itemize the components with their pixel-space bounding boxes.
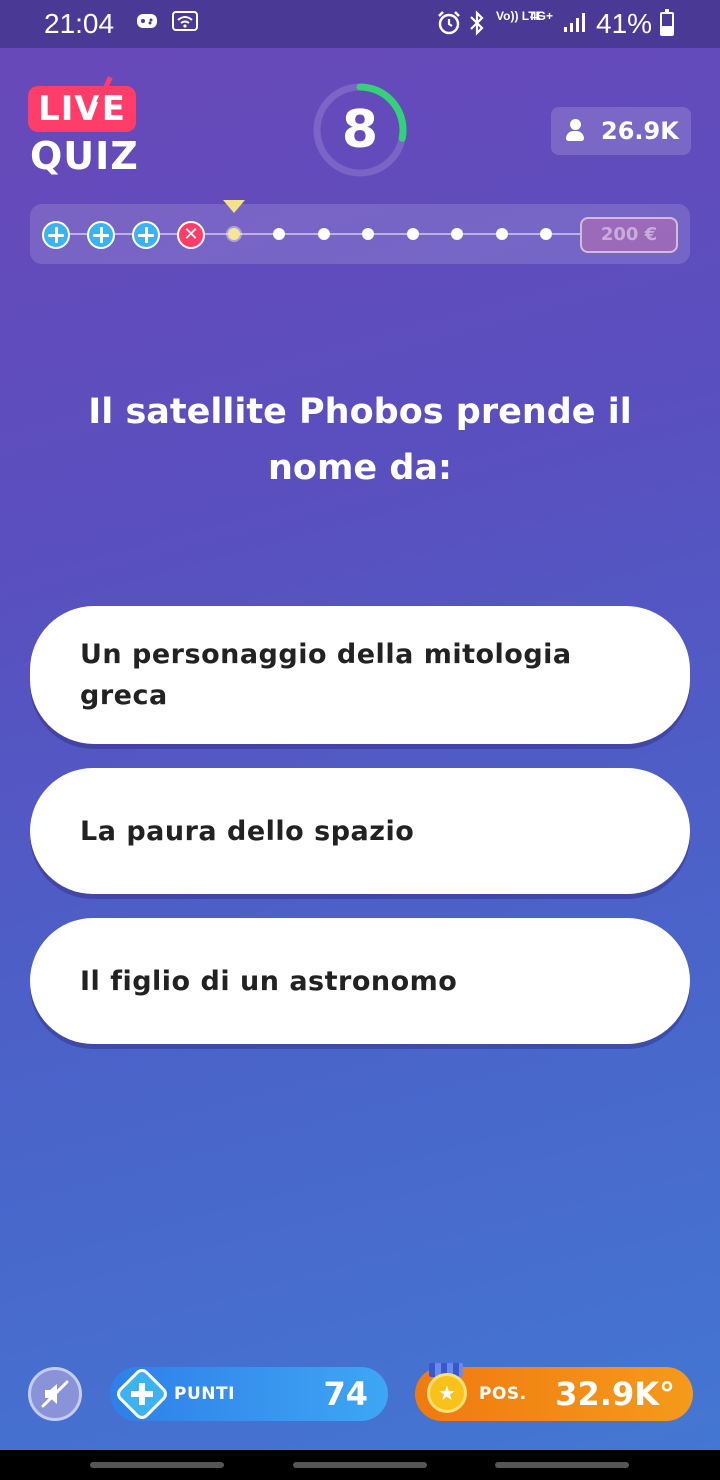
answer-option-label: La paura dello spazio [80, 815, 415, 847]
position-label: POS. [479, 1384, 527, 1404]
position-badge: ★ POS. 32.9K° [415, 1363, 693, 1421]
question-text: Il satellite Phobos prende il nome da: [88, 392, 632, 488]
life-plus-icon [42, 221, 70, 249]
nav-home-button[interactable] [293, 1462, 427, 1468]
logo-live-text: LIVE [28, 86, 136, 132]
nav-back-button[interactable] [495, 1462, 629, 1468]
mute-button[interactable] [28, 1367, 82, 1421]
progress-step [451, 228, 463, 240]
progress-step [540, 228, 552, 240]
wifi-icon [172, 10, 198, 39]
answer-option-label: Un personaggio della mitologia greca [80, 639, 572, 711]
battery-icon [660, 9, 674, 36]
logo-quiz-text: QUIZ [30, 134, 139, 178]
status-bar: 21:04 Vo)) LTE 4G+ 41% [0, 0, 720, 48]
progress-step [407, 228, 419, 240]
4g-icon: 4G+ [530, 9, 554, 23]
status-time: 21:04 [44, 8, 115, 39]
speaker-muted-icon [41, 1380, 69, 1408]
battery-percent: 41% [596, 8, 653, 39]
game-icon [136, 10, 158, 39]
progress-step [273, 228, 285, 240]
answer-option-1[interactable]: Un personaggio della mitologia greca [30, 606, 690, 744]
signal-icon [562, 10, 588, 41]
points-value: 74 [323, 1375, 368, 1413]
progress-step [318, 228, 330, 240]
points-badge: PUNTI 74 [110, 1365, 388, 1423]
question-progress-track: ✕ 200 € [30, 200, 690, 264]
alarm-icon [436, 10, 462, 43]
system-nav-bar [0, 1450, 720, 1480]
points-label: PUNTI [174, 1384, 235, 1404]
life-plus-icon [87, 221, 115, 249]
progress-step [362, 228, 374, 240]
viewers-count-badge: 26.9K [551, 107, 691, 155]
life-cross-icon: ✕ [177, 221, 205, 249]
answer-option-2[interactable]: La paura dello spazio [30, 768, 690, 894]
nav-recents-button[interactable] [90, 1462, 224, 1468]
viewers-count: 26.9K [601, 117, 679, 145]
current-step-pointer-icon [223, 200, 245, 213]
life-plus-icon [132, 221, 160, 249]
progress-step-current [228, 228, 240, 240]
quiz-screen: 21:04 Vo)) LTE 4G+ 41% LIVE QUIZ 8 26.9K… [0, 0, 720, 1450]
progress-step [496, 228, 508, 240]
prize-badge: 200 € [580, 217, 678, 253]
points-plus-icon [113, 1365, 171, 1423]
answer-option-3[interactable]: Il figlio di un astronomo [30, 918, 690, 1044]
countdown-timer: 8 [312, 82, 408, 178]
bluetooth-icon [468, 10, 486, 43]
position-value: 32.9K° [555, 1375, 675, 1413]
medal-star-icon: ★ [427, 1373, 467, 1413]
answer-option-label: Il figlio di un astronomo [80, 965, 458, 997]
timer-value: 8 [341, 100, 379, 160]
person-icon [566, 119, 584, 143]
